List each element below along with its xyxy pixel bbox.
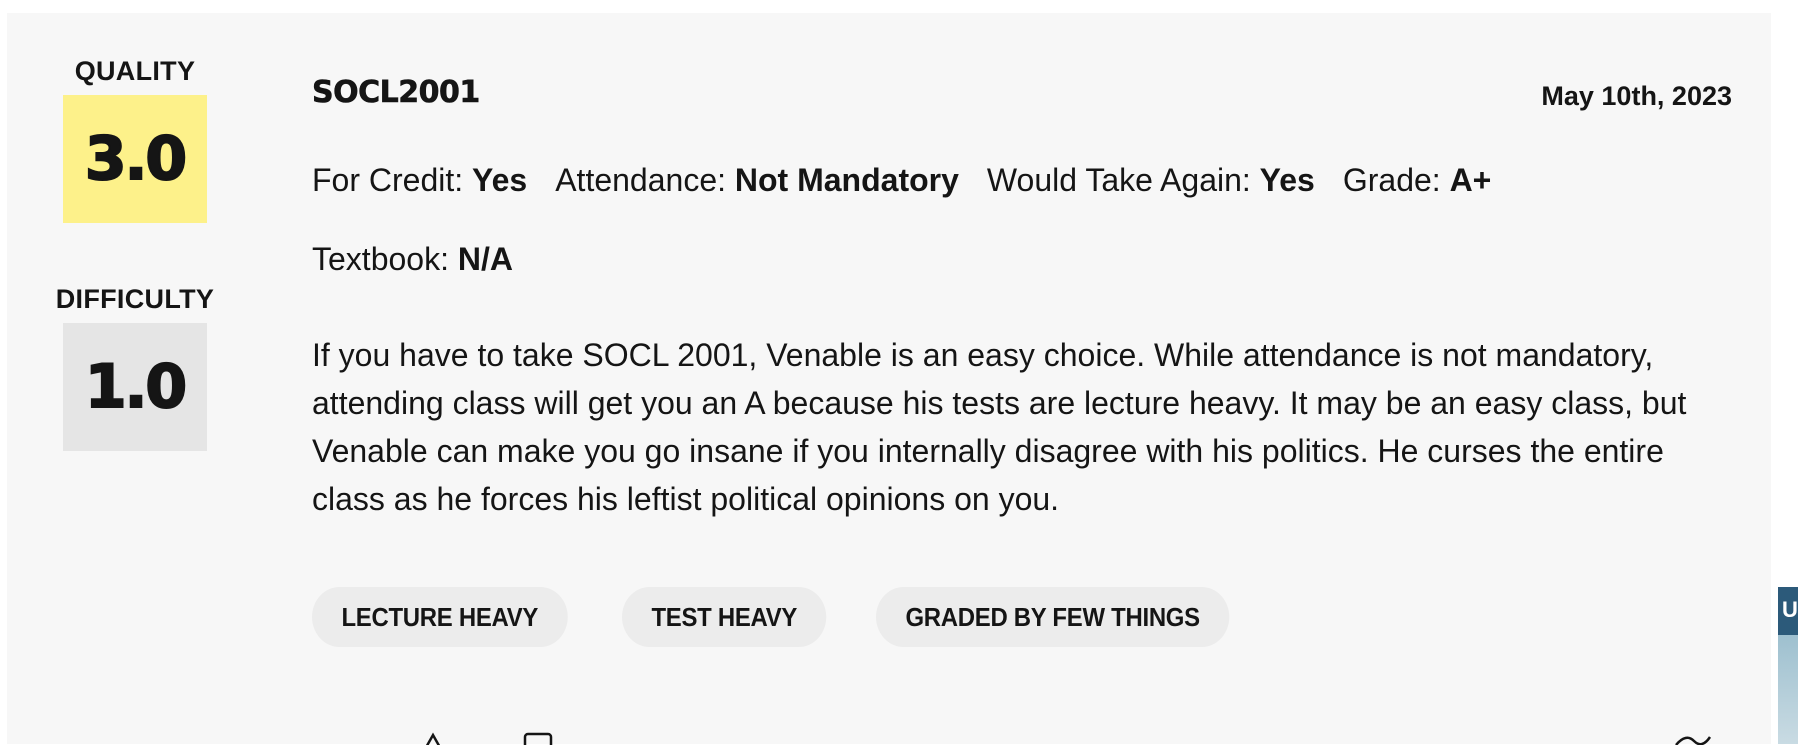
difficulty-label: DIFFICULTY: [55, 284, 215, 314]
review-footer: [7, 731, 1771, 745]
meta-for-credit: For Credit: Yes: [312, 160, 527, 200]
meta-value: Yes: [472, 162, 528, 198]
meta-value: N/A: [457, 241, 513, 277]
meta-textbook: Textbook: N/A: [312, 239, 513, 279]
meta-would-take-again: Would Take Again: Yes: [987, 160, 1315, 200]
review-tags: LECTURE HEAVY TEST HEAVY GRADED BY FEW T…: [312, 587, 1260, 647]
side-widget-letter: U: [1782, 597, 1798, 622]
tag-graded-by-few-things: GRADED BY FEW THINGS: [876, 587, 1230, 647]
meta-label: Would Take Again:: [986, 162, 1251, 198]
tag-test-heavy: TEST HEAVY: [621, 587, 827, 647]
meta-value: Yes: [1259, 162, 1315, 198]
difficulty-score: 1.0: [63, 323, 207, 451]
review-meta: For Credit: Yes Attendance: Not Mandatory…: [312, 160, 1519, 200]
quality-rating: QUALITY 3.0: [7, 55, 263, 223]
thumbs-down-icon[interactable]: [517, 731, 557, 745]
meta-attendance: Attendance: Not Mandatory: [555, 160, 959, 200]
meta-label: Grade:: [1342, 162, 1441, 198]
meta-label: Textbook:: [312, 241, 449, 277]
course-name: SOCL2001: [312, 75, 481, 111]
difficulty-rating: DIFFICULTY 1.0: [7, 283, 263, 451]
quality-score: 3.0: [63, 95, 207, 223]
meta-value: Not Mandatory: [734, 162, 959, 198]
meta-grade: Grade: A+: [1343, 160, 1492, 200]
meta-label: Attendance:: [555, 162, 726, 198]
review-comment: If you have to take SOCL 2001, Venable i…: [312, 337, 1687, 517]
review-date: May 10th, 2023: [1541, 81, 1732, 111]
tag-lecture-heavy: LECTURE HEAVY: [312, 587, 568, 647]
thumbs-up-icon[interactable]: [418, 731, 448, 745]
side-widget[interactable]: U: [1778, 587, 1798, 744]
flag-icon[interactable]: [1672, 731, 1712, 745]
quality-label: QUALITY: [74, 56, 196, 86]
meta-value: A+: [1449, 162, 1492, 198]
rating-card: QUALITY 3.0 DIFFICULTY 1.0 SOCL2001 May …: [7, 13, 1771, 745]
meta-label: For Credit:: [312, 162, 464, 198]
